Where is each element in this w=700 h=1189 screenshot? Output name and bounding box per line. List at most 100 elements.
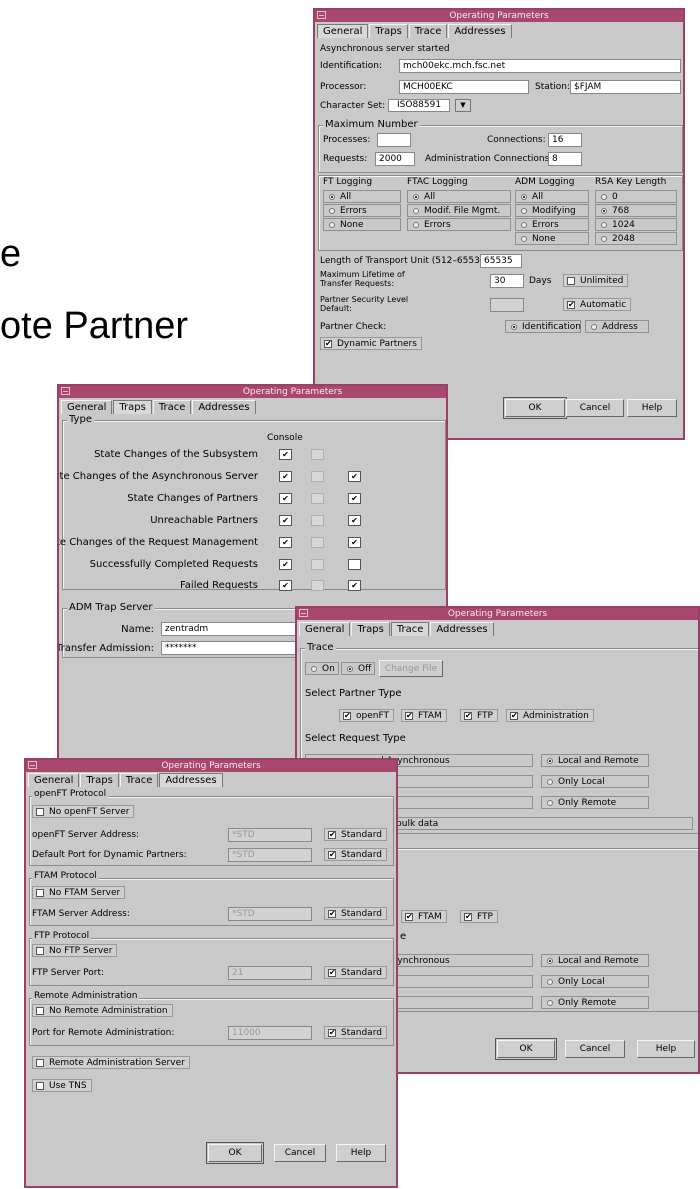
rsa-0[interactable]: 0 bbox=[595, 190, 677, 203]
tab-trace[interactable]: Trace bbox=[408, 24, 448, 38]
rsa-1024[interactable]: 1024 bbox=[595, 218, 677, 231]
trap-checkbox[interactable]: ✔ bbox=[279, 559, 292, 570]
trap-checkbox[interactable] bbox=[348, 559, 361, 570]
tab-traps[interactable]: Traps bbox=[80, 773, 119, 787]
trap-checkbox[interactable] bbox=[311, 515, 324, 526]
adm-logging-modifying[interactable]: Modifying bbox=[515, 204, 589, 217]
only-remote-2[interactable]: Only Remote bbox=[541, 996, 649, 1009]
admin-connections-field[interactable]: 8 bbox=[548, 152, 582, 166]
only-local-2[interactable]: Only Local bbox=[541, 975, 649, 988]
ftp-checkbox-2[interactable]: ✔ FTP bbox=[460, 910, 498, 923]
trap-checkbox[interactable] bbox=[311, 559, 324, 570]
dynamic-port-field[interactable]: *STD bbox=[228, 848, 312, 862]
ft-logging-none[interactable]: None bbox=[323, 218, 401, 231]
remote-admin-port-standard-checkbox[interactable]: ✔ Standard bbox=[324, 1026, 387, 1039]
change-file-button[interactable]: Change File bbox=[379, 660, 443, 677]
no-openft-server-checkbox[interactable]: No openFT Server bbox=[32, 805, 135, 818]
trace-off[interactable]: Off bbox=[341, 662, 375, 675]
trap-checkbox[interactable]: ✔ bbox=[348, 493, 361, 504]
tab-trace[interactable]: Trace bbox=[119, 773, 159, 787]
trap-checkbox[interactable] bbox=[311, 580, 324, 591]
cancel-button[interactable]: Cancel bbox=[565, 1040, 625, 1058]
ftam-checkbox[interactable]: ✔ FTAM bbox=[401, 709, 447, 722]
title-bar[interactable]: Operating Parameters bbox=[26, 760, 396, 772]
cancel-button[interactable]: Cancel bbox=[566, 399, 624, 417]
ft-logging-all[interactable]: All bbox=[323, 190, 401, 203]
ftac-logging-all[interactable]: All bbox=[407, 190, 511, 203]
adm-logging-none[interactable]: None bbox=[515, 232, 589, 245]
tab-addresses[interactable]: Addresses bbox=[192, 400, 256, 414]
no-ftam-server-checkbox[interactable]: No FTAM Server bbox=[32, 886, 126, 899]
trap-checkbox[interactable]: ✔ bbox=[279, 537, 292, 548]
transport-unit-field[interactable]: 65535 bbox=[480, 254, 522, 268]
station-field[interactable]: $FJAM bbox=[570, 80, 681, 94]
requests-field[interactable]: 2000 bbox=[375, 152, 415, 166]
partner-check-identification[interactable]: Identification bbox=[505, 320, 581, 333]
connections-field[interactable]: 16 bbox=[548, 133, 582, 147]
title-bar[interactable]: Operating Parameters bbox=[315, 10, 683, 22]
dynamic-port-standard-checkbox[interactable]: ✔ Standard bbox=[324, 848, 387, 861]
ftp-port-field[interactable]: 21 bbox=[228, 966, 312, 980]
processor-field[interactable]: MCH00EKC bbox=[399, 80, 529, 94]
charset-select[interactable]: ISO88591 ▼ bbox=[388, 99, 471, 112]
tab-general[interactable]: General bbox=[28, 773, 80, 787]
administration-checkbox[interactable]: ✔ Administration bbox=[506, 709, 594, 722]
unlimited-checkbox[interactable]: Unlimited bbox=[563, 274, 629, 287]
help-button[interactable]: Help bbox=[627, 399, 677, 417]
trap-checkbox[interactable] bbox=[311, 537, 324, 548]
partner-check-address[interactable]: Address bbox=[585, 320, 649, 333]
ftam-address-standard-checkbox[interactable]: ✔ Standard bbox=[324, 907, 387, 920]
only-remote[interactable]: Only Remote bbox=[541, 796, 649, 809]
tab-trace[interactable]: Trace bbox=[390, 622, 430, 636]
tab-trace[interactable]: Trace bbox=[152, 400, 192, 414]
lifetime-field[interactable]: 30 bbox=[490, 274, 524, 288]
window-menu-icon[interactable] bbox=[61, 387, 70, 395]
ft-logging-errors[interactable]: Errors bbox=[323, 204, 401, 217]
ftac-logging-modif[interactable]: Modif. File Mgmt. bbox=[407, 204, 511, 217]
openft-checkbox[interactable]: ✔ openFT bbox=[339, 709, 394, 722]
processes-field[interactable] bbox=[377, 133, 411, 147]
help-button[interactable]: Help bbox=[637, 1040, 695, 1058]
trap-checkbox[interactable]: ✔ bbox=[279, 471, 292, 482]
identification-field[interactable]: mch00ekc.mch.fsc.net bbox=[399, 59, 681, 73]
tab-general[interactable]: General bbox=[61, 400, 113, 414]
trap-checkbox[interactable] bbox=[311, 471, 324, 482]
trace-on[interactable]: On bbox=[305, 662, 339, 675]
trap-checkbox[interactable] bbox=[311, 449, 324, 460]
adm-logging-errors[interactable]: Errors bbox=[515, 218, 589, 231]
tab-addresses[interactable]: Addresses bbox=[430, 622, 494, 636]
help-button[interactable]: Help bbox=[336, 1144, 386, 1162]
title-bar[interactable]: Operating Parameters bbox=[59, 386, 446, 398]
no-remote-admin-checkbox[interactable]: No Remote Administration bbox=[32, 1004, 173, 1017]
tab-traps[interactable]: Traps bbox=[351, 622, 390, 636]
ftam-address-field[interactable]: *STD bbox=[228, 907, 312, 921]
rsa-768[interactable]: 768 bbox=[595, 204, 677, 217]
use-tns-checkbox[interactable]: Use TNS bbox=[32, 1079, 92, 1092]
local-and-remote[interactable]: Local and Remote bbox=[541, 754, 649, 767]
tab-addresses[interactable]: Addresses bbox=[448, 24, 512, 38]
trap-checkbox[interactable]: ✔ bbox=[279, 493, 292, 504]
no-ftp-server-checkbox[interactable]: No FTP Server bbox=[32, 944, 118, 957]
ftam-checkbox-2[interactable]: ✔ FTAM bbox=[401, 910, 447, 923]
trap-checkbox[interactable]: ✔ bbox=[348, 580, 361, 591]
ftp-port-standard-checkbox[interactable]: ✔ Standard bbox=[324, 966, 387, 979]
trap-checkbox[interactable]: ✔ bbox=[279, 515, 292, 526]
trap-checkbox[interactable]: ✔ bbox=[279, 449, 292, 460]
ok-button[interactable]: OK bbox=[503, 397, 567, 419]
trap-checkbox[interactable]: ✔ bbox=[348, 471, 361, 482]
adm-logging-all[interactable]: All bbox=[515, 190, 589, 203]
ok-button[interactable]: OK bbox=[206, 1142, 264, 1164]
trap-checkbox[interactable]: ✔ bbox=[348, 537, 361, 548]
tab-general[interactable]: General bbox=[317, 24, 369, 38]
tab-general[interactable]: General bbox=[299, 622, 351, 636]
chevron-down-icon[interactable]: ▼ bbox=[455, 99, 471, 112]
tab-traps[interactable]: Traps bbox=[113, 400, 152, 414]
openft-address-standard-checkbox[interactable]: ✔ Standard bbox=[324, 828, 387, 841]
automatic-checkbox[interactable]: ✔ Automatic bbox=[563, 298, 632, 311]
rsa-2048[interactable]: 2048 bbox=[595, 232, 677, 245]
cancel-button[interactable]: Cancel bbox=[274, 1144, 326, 1162]
ftac-logging-errors[interactable]: Errors bbox=[407, 218, 511, 231]
remote-admin-port-field[interactable]: 11000 bbox=[228, 1026, 312, 1040]
local-and-remote-2[interactable]: Local and Remote bbox=[541, 954, 649, 967]
ok-button[interactable]: OK bbox=[495, 1038, 557, 1060]
